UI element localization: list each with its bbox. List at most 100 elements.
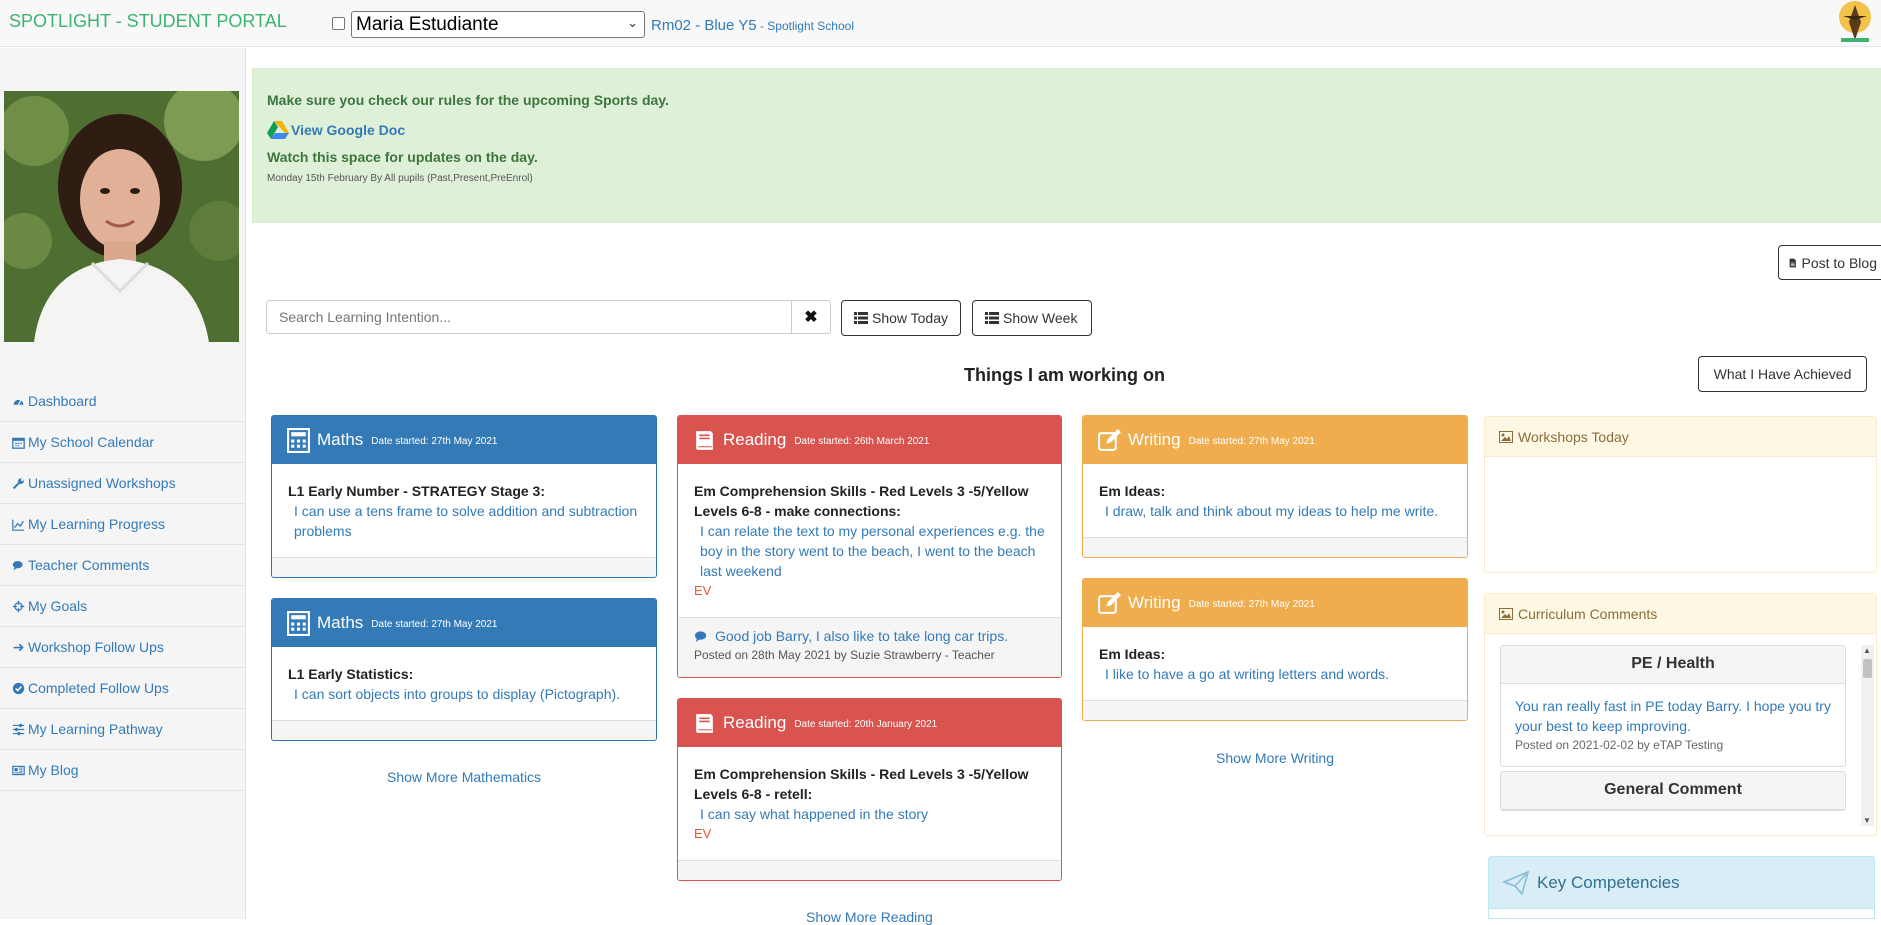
sidebar-item-learning-progress[interactable]: My Learning Progress [0,504,246,545]
panel-header: Key Competencies [1489,857,1874,909]
scroll-thumb[interactable] [1863,659,1872,678]
success-criteria-link[interactable]: I can relate the text to my personal exp… [694,521,1045,581]
success-criteria-link[interactable]: I can use a tens frame to solve addition… [288,501,640,541]
writing-card: Writing Date started: 27th May 2021 Em I… [1082,578,1468,721]
sidebar-nav: Dashboard My School Calendar Unassigned … [0,381,246,791]
sliders-icon [12,723,25,735]
key-competencies-panel: Key Competencies [1488,856,1875,919]
search-group: ✖ [266,300,831,334]
evidence-label[interactable]: EV [694,824,1045,844]
post-to-blog-button[interactable]: Post to Blog [1778,245,1881,280]
book-icon [696,430,713,450]
image-icon [1499,607,1513,620]
card-date: Date started: 27th May 2021 [1188,599,1315,610]
comments-icon [695,630,707,642]
sidebar-item-learning-pathway[interactable]: My Learning Pathway [0,709,246,750]
school-name: - Spotlight School [756,19,854,33]
sidebar-item-label: Teacher Comments [28,557,150,573]
maths-card: Maths Date started: 27th May 2021 L1 Ear… [271,415,657,578]
card-footer [272,557,656,577]
google-doc-link[interactable]: View Google Doc [267,120,1867,139]
curriculum-comment: General Comment [1500,771,1846,811]
card-subject: Reading [723,430,787,449]
sidebar-item-teacher-comments[interactable]: Teacher Comments [0,545,246,586]
dashboard-icon [13,399,24,405]
sidebar-item-dashboard[interactable]: Dashboard [0,381,246,422]
show-more-reading-link[interactable]: Show More Reading [806,909,933,925]
what-i-have-achieved-button[interactable]: What I Have Achieved [1698,356,1867,392]
success-criteria-link[interactable]: I like to have a go at writing letters a… [1099,664,1451,684]
panel-header: Curriculum Comments [1485,594,1876,634]
scroll-down-icon[interactable]: ▼ [1863,816,1871,825]
show-today-button[interactable]: Show Today [841,300,961,336]
comments-scrollbar[interactable]: ▲ ▼ [1861,645,1874,826]
achieved-label: What I Have Achieved [1713,366,1852,382]
check-circle-icon [12,682,25,694]
curriculum-comments-list[interactable]: PE / Health You ran really fast in PE to… [1500,645,1846,826]
calendar-icon [12,437,25,449]
curriculum-comments-title: Curriculum Comments [1518,605,1658,622]
sidebar: Dashboard My School Calendar Unassigned … [0,48,246,919]
sidebar-item-my-goals[interactable]: My Goals [0,586,246,627]
curriculum-comment-author: Posted on 2021-02-02 by eTAP Testing [1515,738,1724,752]
learning-intention: Em Comprehension Skills - Red Levels 3 -… [694,766,1029,802]
arrow-right-icon [13,643,24,651]
crosshairs-icon [12,600,25,612]
sidebar-item-calendar[interactable]: My School Calendar [0,422,246,463]
brand-title[interactable]: SPOTLIGHT - STUDENT PORTAL [9,11,287,32]
curriculum-comment: PE / Health You ran really fast in PE to… [1500,645,1846,767]
success-criteria-link[interactable]: I can sort objects into groups to displa… [288,684,640,704]
student-checkbox[interactable] [332,17,345,30]
panel-header: Workshops Today [1485,417,1876,457]
sidebar-item-unassigned-workshops[interactable]: Unassigned Workshops [0,463,246,504]
search-input[interactable] [266,300,792,334]
sidebar-item-label: Workshop Follow Ups [28,639,164,655]
show-more-mathematics-link[interactable]: Show More Mathematics [387,769,541,785]
student-select[interactable]: Maria Estudiante ⌄ [351,11,645,38]
card-date: Date started: 27th May 2021 [371,436,498,447]
list-icon [985,312,999,324]
file-icon [1789,258,1796,267]
sidebar-item-label: Unassigned Workshops [28,475,176,491]
comment-author: Posted on 28th May 2021 by Suzie Strawbe… [694,648,995,662]
curriculum-comment-title: PE / Health [1501,646,1845,684]
evidence-label[interactable]: EV [694,581,1045,601]
card-footer [1083,537,1467,557]
sidebar-item-label: Dashboard [28,393,97,409]
show-more-writing-link[interactable]: Show More Writing [1216,750,1334,766]
success-criteria-link[interactable]: I draw, talk and think about my ideas to… [1099,501,1451,521]
notice-line-1: Make sure you check our rules for the up… [267,92,669,108]
school-logo [1839,1,1871,42]
card-footer [272,720,656,740]
sidebar-item-label: My Learning Progress [28,516,165,532]
card-footer [1083,700,1467,720]
scroll-up-icon[interactable]: ▲ [1863,646,1871,655]
sidebar-item-completed-follow-ups[interactable]: Completed Follow Ups [0,668,246,709]
workshops-today-panel: Workshops Today [1484,416,1877,573]
card-header: Writing Date started: 27th May 2021 [1083,416,1467,464]
comments-icon [12,560,23,570]
card-subject: Maths [317,613,364,632]
sidebar-item-my-blog[interactable]: My Blog [0,750,246,791]
teacher-comment: Good job Barry, I also like to take long… [678,617,1061,677]
close-icon: ✖ [804,309,818,326]
clear-search-button[interactable]: ✖ [792,300,831,334]
room-link[interactable]: Rm02 - Blue Y5 - Spotlight School [651,17,854,34]
reading-card: Reading Date started: 20th January 2021 … [677,698,1062,881]
show-week-button[interactable]: Show Week [972,300,1092,336]
sidebar-item-label: My Learning Pathway [28,721,163,737]
card-date: Date started: 27th May 2021 [1188,436,1315,447]
workshops-today-title: Workshops Today [1518,428,1629,445]
card-date: Date started: 20th January 2021 [794,719,938,730]
card-header: Reading Date started: 26th March 2021 [678,416,1061,464]
sidebar-item-workshop-follow-ups[interactable]: Workshop Follow Ups [0,627,246,668]
card-date: Date started: 26th March 2021 [794,436,930,447]
show-today-label: Show Today [871,310,948,326]
reading-card: Reading Date started: 26th March 2021 Em… [677,415,1062,678]
sidebar-item-label: My Blog [28,762,79,778]
chevron-down-icon: ⌄ [627,15,638,30]
show-week-label: Show Week [1003,310,1078,326]
card-header: Maths Date started: 27th May 2021 [272,599,656,647]
google-doc-label: View Google Doc [291,121,406,138]
success-criteria-link[interactable]: I can say what happened in the story [694,804,1045,824]
